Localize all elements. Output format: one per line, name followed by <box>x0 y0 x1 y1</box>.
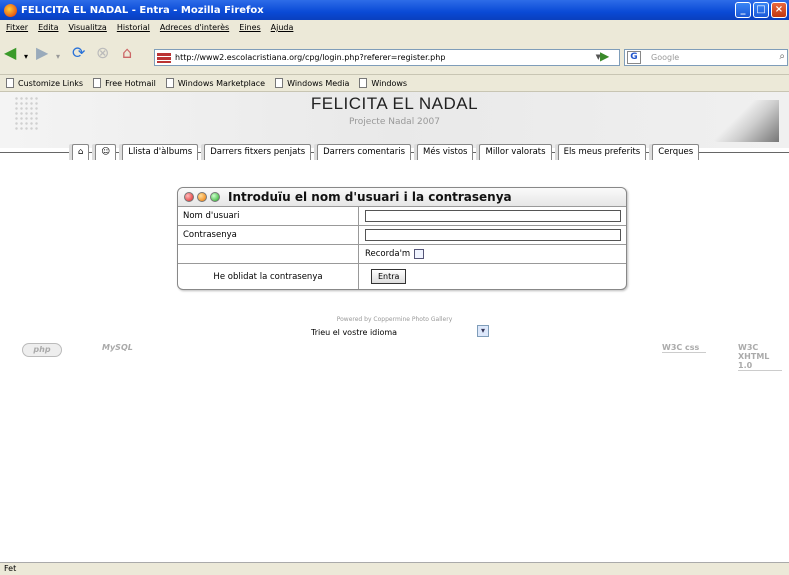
menu-edita[interactable]: Edita <box>38 23 58 32</box>
language-label: Trieu el vostre idioma <box>311 328 398 337</box>
tab-most-viewed[interactable]: Més vistos <box>417 144 474 160</box>
forward-dropdown-icon[interactable]: ▾ <box>56 49 60 65</box>
tab-home[interactable]: ⌂ <box>72 144 90 160</box>
password-field[interactable] <box>365 229 621 241</box>
firefox-icon <box>4 3 17 17</box>
search-placeholder: Google <box>651 53 680 62</box>
remember-row: Recorda'm <box>178 245 626 264</box>
status-bar: Fet <box>0 562 789 575</box>
tab-top-rated[interactable]: Millor valorats <box>479 144 552 160</box>
url-bar[interactable]: http://www2.escolacristiana.org/cpg/logi… <box>154 49 620 66</box>
password-label: Contrasenya <box>178 226 359 244</box>
login-panel: Introduïu el nom d'usuari i la contrasen… <box>177 187 627 290</box>
search-box[interactable]: G Google ⌕ <box>624 49 788 66</box>
site-subtitle: Projecte Nadal 2007 <box>349 117 440 127</box>
remember-label: Recorda'm <box>365 249 411 259</box>
tab-last-comments[interactable]: Darrers comentaris <box>317 144 411 160</box>
forward-icon[interactable]: ▶ <box>36 45 48 61</box>
w3c-css-badge[interactable]: W3C css <box>662 343 706 353</box>
menu-ajuda[interactable]: Ajuda <box>271 23 294 32</box>
bookmark-label: Free Hotmail <box>105 78 156 88</box>
decorative-logo-icon <box>709 100 779 142</box>
green-dot-icon <box>210 192 220 202</box>
menu-eines[interactable]: Eines <box>239 23 260 32</box>
page-icon <box>359 78 368 88</box>
username-label: Nom d'usuari <box>178 207 359 225</box>
navigation-toolbar: ◀ ▾ ▶ ▾ ⟳ ⊗ ⌂ http://www2.escolacristian… <box>0 35 789 75</box>
w3c-xhtml-badge[interactable]: W3C XHTML 1.0 <box>738 343 782 371</box>
bookmark-windows-media[interactable]: Windows Media <box>275 78 349 88</box>
tab-album-list[interactable]: Llista d'àlbums <box>122 144 199 160</box>
bookmark-label: Windows <box>371 78 408 88</box>
php-badge[interactable]: php <box>22 343 62 357</box>
username-row: Nom d'usuari <box>178 207 626 226</box>
tab-user[interactable]: ☺ <box>95 144 117 160</box>
tab-last-uploads[interactable]: Darrers fitxers penjats <box>204 144 312 160</box>
window-title: FELICITA EL NADAL - Entra - Mozilla Fire… <box>21 4 264 16</box>
menu-visualitza[interactable]: Visualitza <box>68 23 106 32</box>
menu-historial[interactable]: Historial <box>117 23 150 32</box>
home-icon[interactable]: ⌂ <box>122 45 132 61</box>
go-icon[interactable]: ▶ <box>600 49 614 65</box>
bookmark-windows-marketplace[interactable]: Windows Marketplace <box>165 78 266 88</box>
site-header: FELICITA EL NADAL Projecte Nadal 2007 <box>0 92 789 148</box>
login-button[interactable]: Entra <box>371 269 407 284</box>
stop-icon[interactable]: ⊗ <box>96 45 109 61</box>
page-icon <box>93 78 102 88</box>
search-icon[interactable]: ⌕ <box>779 51 785 62</box>
minimize-button[interactable]: _ <box>735 2 751 18</box>
password-row: Contrasenya <box>178 226 626 245</box>
page-content: FELICITA EL NADAL Projecte Nadal 2007 ⌂ … <box>0 92 789 562</box>
bookmark-free-hotmail[interactable]: Free Hotmail <box>93 78 156 88</box>
main-tabs: ⌂ ☺ Llista d'àlbums Darrers fitxers penj… <box>72 144 700 160</box>
back-icon[interactable]: ◀ <box>4 45 16 61</box>
bookmark-customize-links[interactable]: Customize Links <box>6 78 83 88</box>
login-header: Introduïu el nom d'usuari i la contrasen… <box>178 188 626 207</box>
forgot-password-link[interactable]: He oblidat la contrasenya <box>178 264 359 289</box>
tab-search[interactable]: Cerques <box>652 144 700 160</box>
reload-icon[interactable]: ⟳ <box>72 45 85 61</box>
page-icon <box>275 78 284 88</box>
actions-row: He oblidat la contrasenya Entra <box>178 264 626 289</box>
window-titlebar: FELICITA EL NADAL - Entra - Mozilla Fire… <box>0 0 789 20</box>
url-text: http://www2.escolacristiana.org/cpg/logi… <box>175 53 446 62</box>
username-field[interactable] <box>365 210 621 222</box>
menu-bar: Fitxer Edita Visualitza Historial Adrece… <box>0 20 789 35</box>
remember-checkbox[interactable] <box>414 249 425 259</box>
maximize-button[interactable]: □ <box>753 2 769 18</box>
bookmark-label: Windows Marketplace <box>177 78 266 88</box>
red-dot-icon <box>184 192 194 202</box>
menu-fitxer[interactable]: Fitxer <box>6 23 28 32</box>
back-dropdown-icon[interactable]: ▾ <box>24 49 28 65</box>
orange-dot-icon <box>197 192 207 202</box>
mysql-badge[interactable]: MySQL <box>102 343 138 352</box>
page-icon <box>165 78 174 88</box>
close-button[interactable]: × <box>771 2 787 18</box>
empty-cell <box>178 245 359 263</box>
bookmarks-toolbar: Customize Links Free Hotmail Windows Mar… <box>0 75 789 92</box>
site-title: FELICITA EL NADAL <box>310 94 479 113</box>
site-favicon-icon <box>157 52 171 63</box>
powered-by[interactable]: Powered by Coppermine Photo Gallery <box>0 316 789 323</box>
login-title: Introduïu el nom d'usuari i la contrasen… <box>228 190 512 204</box>
page-icon <box>6 78 14 88</box>
bookmark-label: Windows Media <box>287 78 350 88</box>
window-controls: _ □ × <box>735 2 787 18</box>
tab-favorites[interactable]: Els meus preferits <box>557 144 647 160</box>
language-dropdown-icon[interactable]: ▾ <box>477 325 489 337</box>
bookmark-windows[interactable]: Windows <box>359 78 407 88</box>
google-engine-icon[interactable]: G <box>627 51 641 64</box>
bookmark-label: Customize Links <box>18 78 84 88</box>
menu-adreces[interactable]: Adreces d'interès <box>160 23 229 32</box>
